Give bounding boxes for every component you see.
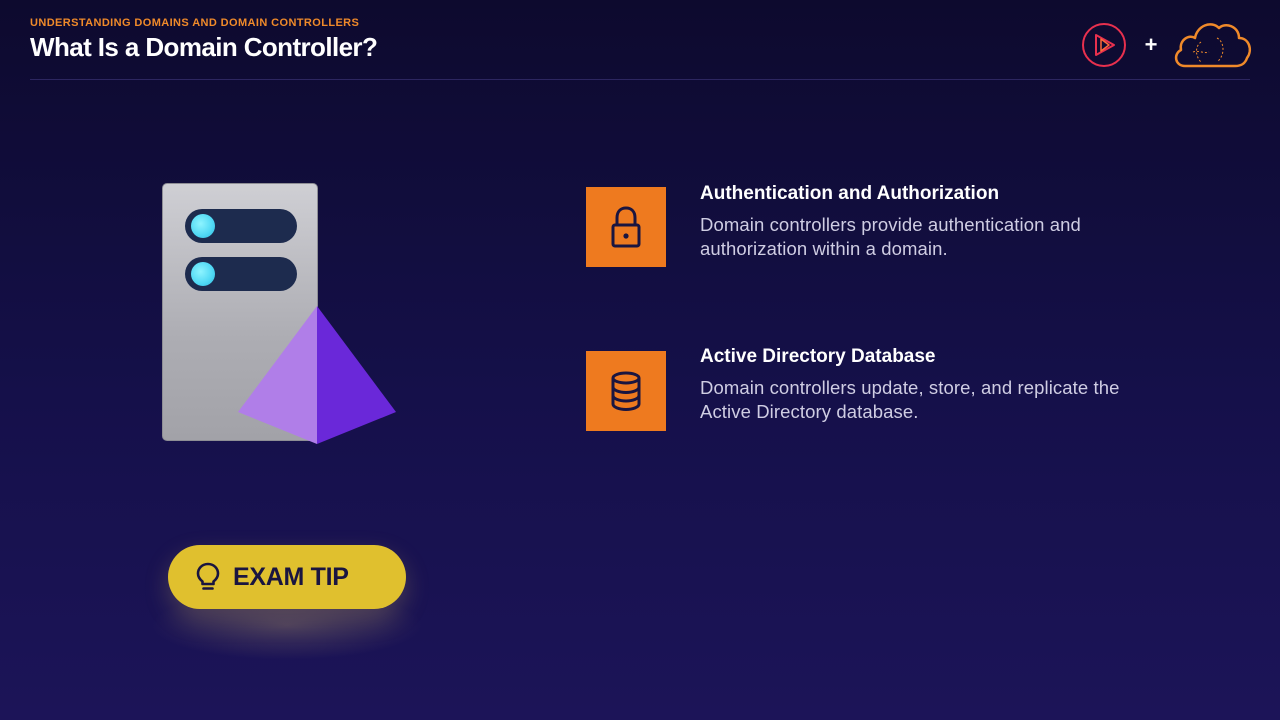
feature-title: Authentication and Authorization — [700, 183, 1000, 204]
lock-icon — [611, 206, 641, 248]
exam-tip-button[interactable]: EXAM TIP — [168, 545, 406, 609]
header-divider — [30, 79, 1250, 80]
database-icon — [611, 371, 641, 412]
header-kicker: UNDERSTANDING DOMAINS AND DOMAIN CONTROL… — [30, 17, 360, 29]
server-drive-slot — [185, 257, 297, 291]
feature-title: Active Directory Database — [700, 346, 936, 367]
plus-sign: + — [1144, 32, 1158, 57]
cloud-logo-icon — [1174, 23, 1251, 68]
feature-description: Domain controllers provide authenticatio… — [700, 214, 1081, 259]
active-directory-pyramid-icon — [238, 306, 396, 444]
status-light — [191, 262, 215, 286]
play-logo-icon — [1082, 23, 1126, 67]
server-drive-slot — [185, 209, 297, 243]
feature-description: Domain controllers update, store, and re… — [700, 377, 1120, 422]
exam-tip-label: EXAM TIP — [233, 562, 349, 591]
feature-icon-box — [586, 351, 666, 431]
status-light — [191, 214, 215, 238]
page-title: What Is a Domain Controller? — [30, 32, 378, 62]
feature-icon-box — [586, 187, 666, 267]
lightbulb-icon — [196, 562, 220, 590]
